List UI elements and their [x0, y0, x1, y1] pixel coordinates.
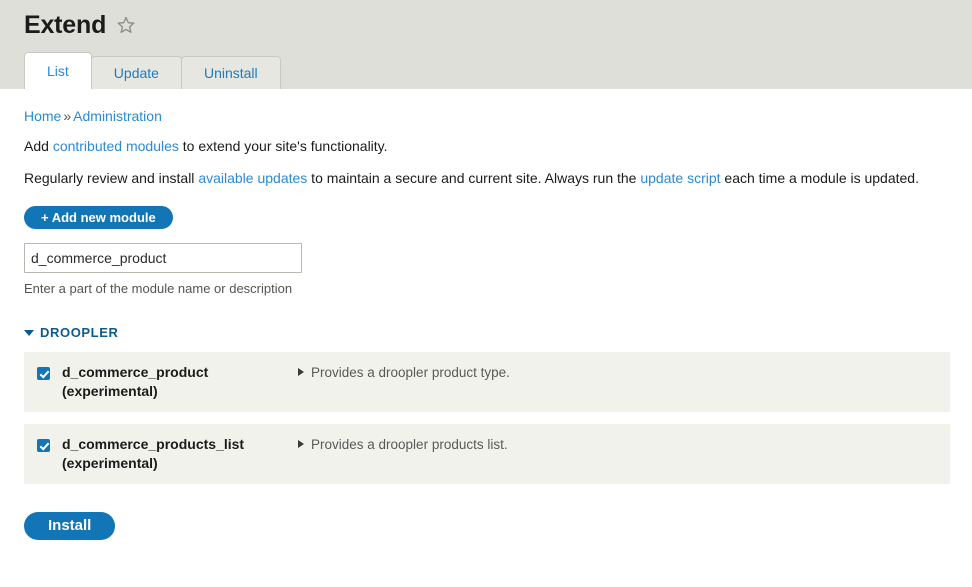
module-checkbox-cell-2	[24, 435, 62, 452]
module-filter-input[interactable]	[24, 243, 302, 273]
chevron-down-icon	[24, 329, 34, 336]
module-filter-wrap: Enter a part of the module name or descr…	[24, 243, 948, 296]
tab-uninstall-label: Uninstall	[203, 65, 258, 81]
update-script-link[interactable]: update script	[640, 170, 720, 186]
page-header: Extend List Update Uninstall	[0, 0, 972, 89]
chevron-right-icon[interactable]	[298, 368, 304, 376]
package-droopler-label: DROOPLER	[40, 325, 119, 340]
tab-list[interactable]: List	[24, 52, 92, 89]
available-updates-link[interactable]: available updates	[198, 170, 307, 186]
intro-line-2: Regularly review and install available u…	[24, 168, 924, 188]
intro-line-2-mid: to maintain a secure and current site. A…	[307, 170, 641, 186]
package-droopler-toggle[interactable]: DROOPLER	[24, 325, 948, 340]
tab-uninstall[interactable]: Uninstall	[180, 56, 281, 89]
module-checkbox-d-commerce-products-list[interactable]	[36, 439, 50, 452]
module-filter-description: Enter a part of the module name or descr…	[24, 281, 293, 296]
breadcrumb-item-home[interactable]: Home	[24, 108, 61, 124]
tab-list-label: List	[47, 63, 69, 79]
module-description-d-commerce-products-list: Provides a droopler products list.	[311, 437, 508, 452]
intro-line-2-suffix: each time a module is updated.	[720, 170, 919, 186]
star-outline-icon[interactable]	[116, 15, 136, 35]
add-new-module-button[interactable]: + Add new module	[24, 206, 173, 229]
table-row: d_commerce_products_list (experimental) …	[24, 424, 950, 484]
module-checkbox-d-commerce-product[interactable]	[36, 367, 50, 380]
page-title-row: Extend	[0, 0, 972, 40]
tab-update[interactable]: Update	[90, 56, 182, 89]
module-checkbox-cell-1	[24, 363, 62, 380]
module-description-cell-2: Provides a droopler products list.	[292, 435, 950, 454]
page-title: Extend	[24, 10, 107, 39]
intro-line-1-suffix: to extend your site's functionality.	[178, 138, 388, 154]
install-button[interactable]: Install	[24, 512, 116, 540]
tab-update-label: Update	[113, 65, 159, 81]
chevron-right-icon[interactable]	[298, 440, 304, 448]
breadcrumb-item-administration[interactable]: Administration	[73, 108, 162, 124]
module-name-d-commerce-product: d_commerce_product (experimental)	[62, 364, 209, 399]
primary-tabs: List Update Uninstall	[24, 52, 281, 89]
intro-line-1-prefix: Add	[24, 138, 53, 154]
contributed-modules-link[interactable]: contributed modules	[53, 138, 179, 154]
package-droopler: DROOPLER d_commerce_product (experimenta…	[24, 325, 950, 484]
intro-line-2-prefix: Regularly review and install	[24, 170, 199, 186]
module-description-cell-1: Provides a droopler product type.	[292, 363, 950, 382]
form-actions: Install	[24, 512, 948, 560]
module-list: d_commerce_product (experimental) Provid…	[24, 352, 950, 484]
intro-line-1: Add contributed modules to extend your s…	[24, 136, 948, 156]
module-name-d-commerce-products-list: d_commerce_products_list (experimental)	[62, 436, 245, 471]
table-row: d_commerce_product (experimental) Provid…	[24, 352, 950, 412]
main-content: Home» Administration Add contributed modu…	[0, 89, 972, 560]
module-description-d-commerce-product: Provides a droopler product type.	[311, 365, 510, 380]
breadcrumb: Home» Administration	[24, 89, 948, 124]
breadcrumb-separator: »	[63, 108, 72, 124]
